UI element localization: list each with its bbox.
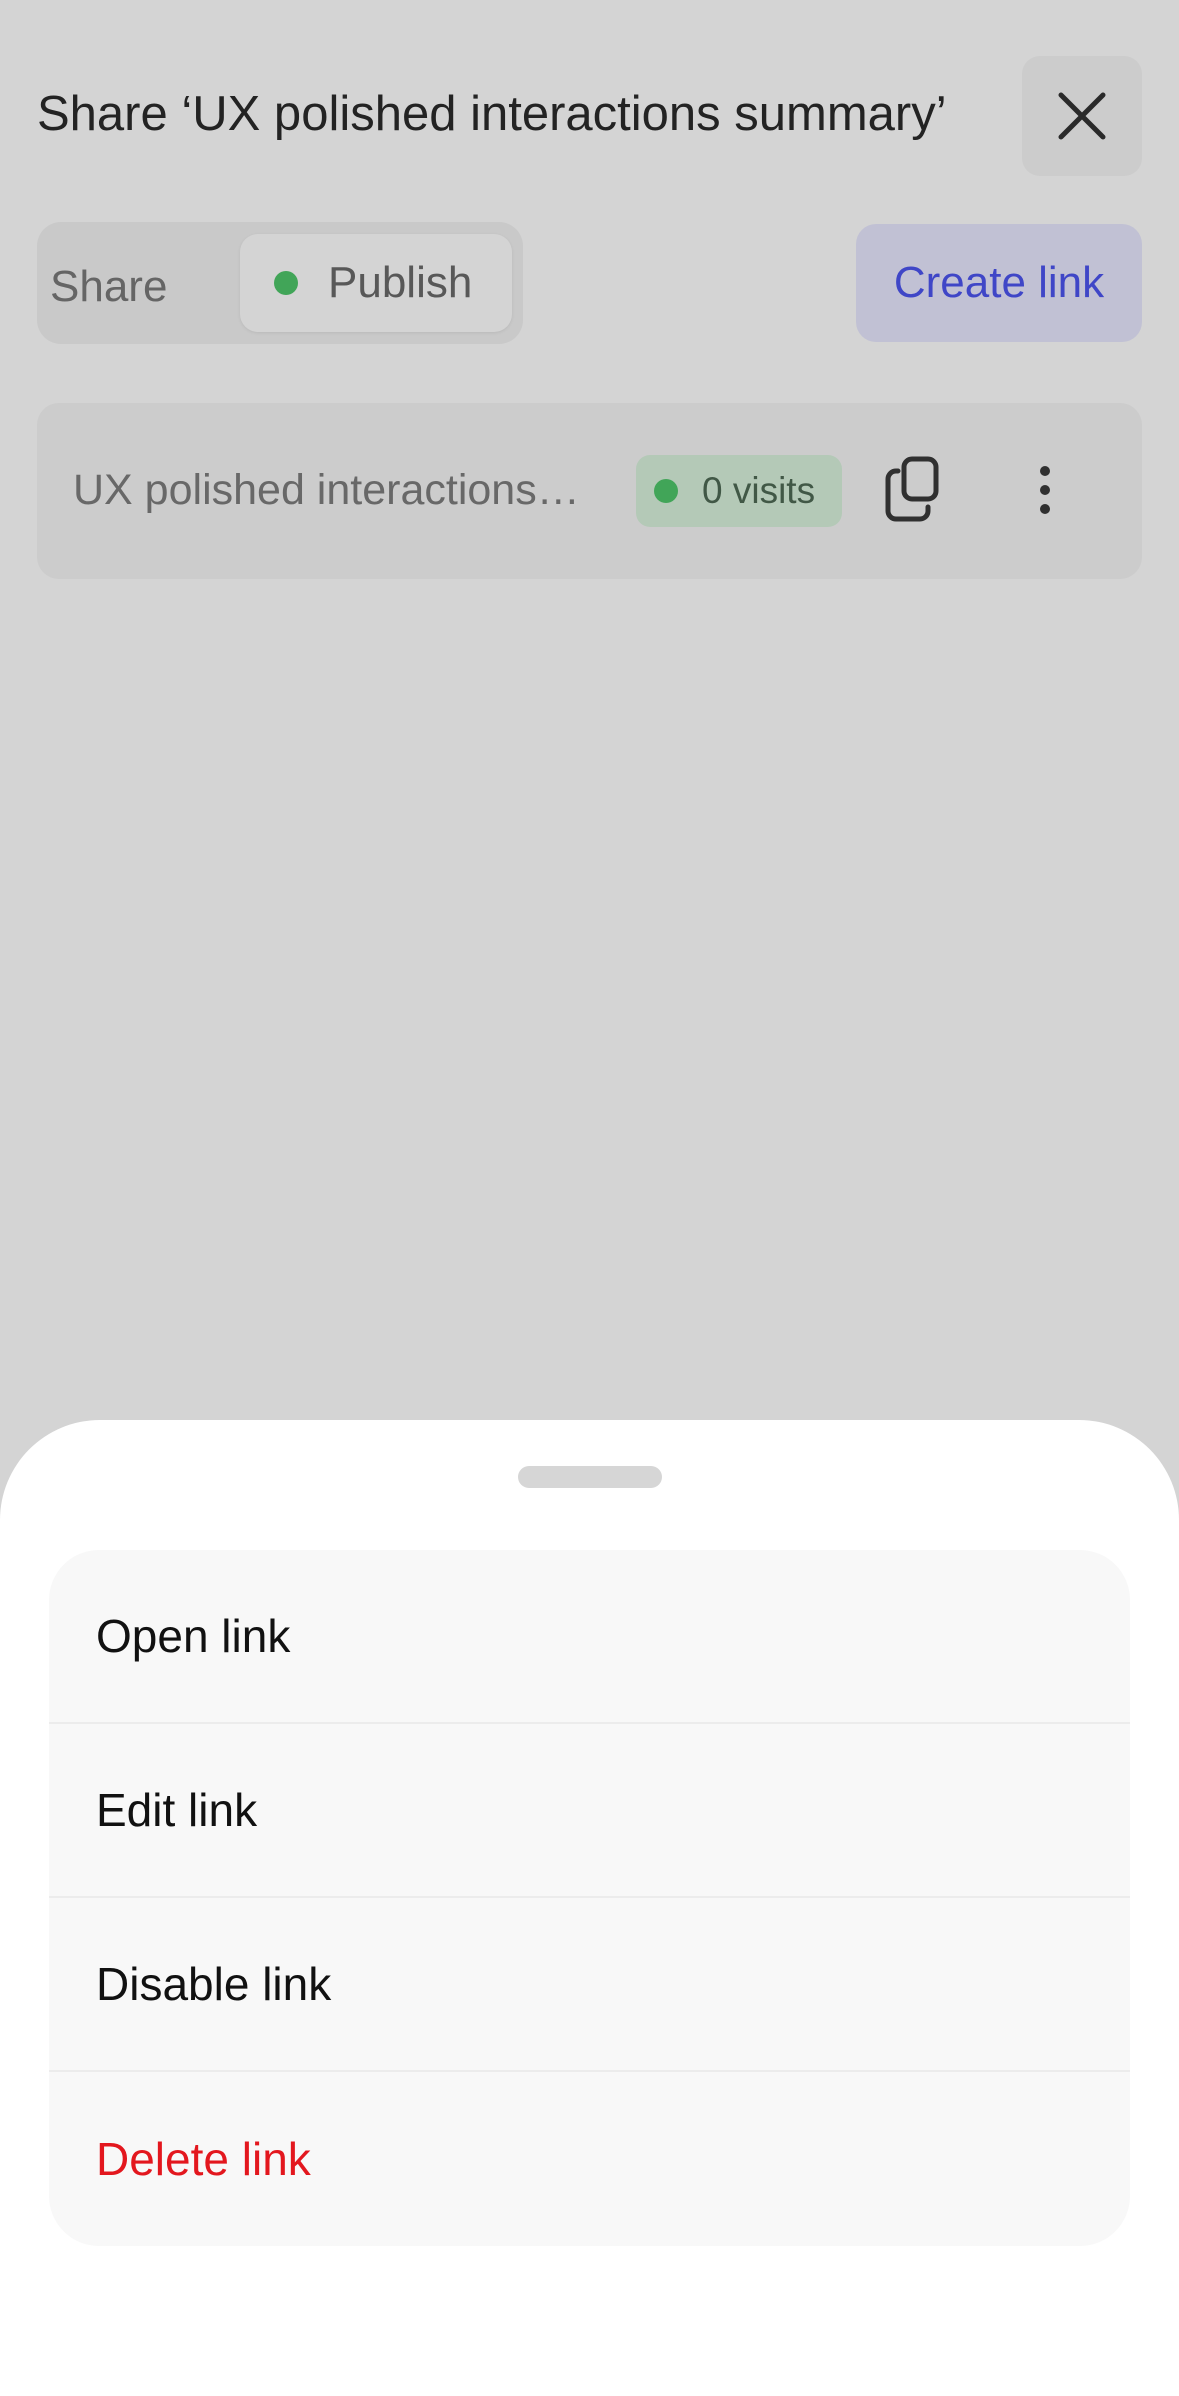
link-actions-menu: Open link Edit link Disable link Delete … [49, 1550, 1130, 2246]
disable-link-item[interactable]: Disable link [49, 1898, 1130, 2072]
link-actions-sheet: Open link Edit link Disable link Delete … [0, 1420, 1179, 2396]
open-link-item[interactable]: Open link [49, 1550, 1130, 1724]
edit-link-item[interactable]: Edit link [49, 1724, 1130, 1898]
share-dialog-screen: Share ‘UX polished interactions summary’… [0, 0, 1179, 2396]
delete-link-item[interactable]: Delete link [49, 2072, 1130, 2246]
sheet-drag-handle[interactable] [518, 1466, 662, 1488]
